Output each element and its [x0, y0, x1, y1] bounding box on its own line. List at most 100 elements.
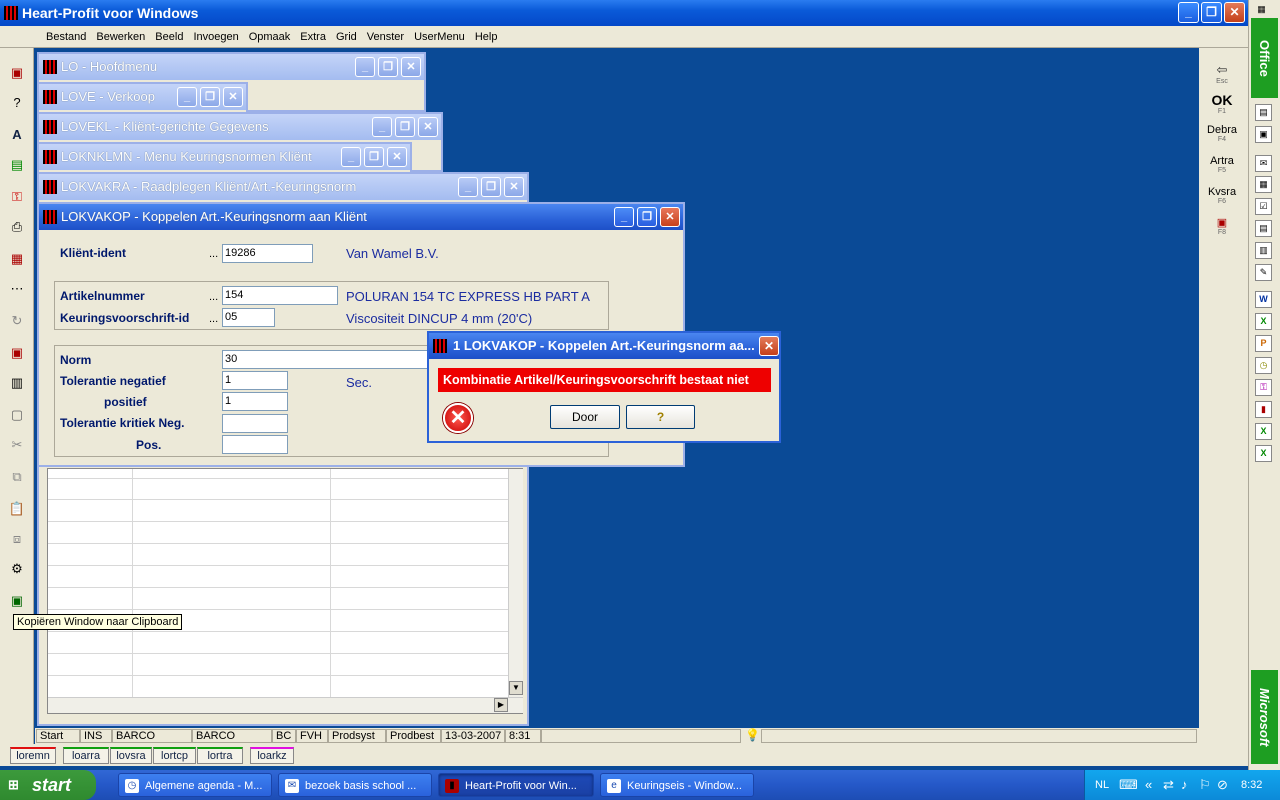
window-loknklmn-maximize-button[interactable]: ❐ [364, 147, 384, 167]
dialog-help-button[interactable]: ? [626, 405, 695, 429]
clock[interactable]: 8:32 [1241, 770, 1262, 800]
taskbar-item-agenda[interactable]: ◷ Algemene agenda - M... [118, 773, 272, 797]
window-lokvakra-minimize-button[interactable]: _ [458, 177, 478, 197]
klient-ident-lookup[interactable]: ... [209, 248, 218, 260]
escape-button[interactable]: ⇦ Esc [1203, 62, 1241, 92]
window-love-maximize-button[interactable]: ❐ [200, 87, 220, 107]
tab-loremn[interactable]: loremn [10, 747, 56, 764]
menu-venster[interactable]: Venster [362, 26, 409, 48]
paste-special-icon[interactable]: ⧈ [8, 530, 26, 548]
tolerantie-kritiek-pos-input[interactable] [222, 435, 288, 454]
window-lovekl-maximize-button[interactable]: ❐ [395, 117, 415, 137]
export-icon[interactable]: ▣ [8, 344, 26, 362]
ok-button[interactable]: OK F1 [1203, 92, 1241, 122]
office-calendar-icon[interactable]: ▦ [1255, 176, 1272, 193]
keuringsvoorschrift-input[interactable]: 05 [222, 308, 275, 327]
office-access-icon[interactable]: ⚿ [1255, 379, 1272, 396]
window-loknklmn-close-button[interactable]: ✕ [387, 147, 407, 167]
office-excel3-icon[interactable]: X [1255, 445, 1272, 462]
office-note-icon[interactable]: ✎ [1255, 264, 1272, 281]
app-restore-button[interactable]: ❐ [1201, 2, 1222, 23]
antivirus-icon[interactable]: ⊘ [1217, 770, 1228, 800]
debra-button[interactable]: Debra F4 [1203, 124, 1241, 154]
office-word-icon[interactable]: W [1255, 291, 1272, 308]
data-grid[interactable]: ▼ ▶ [47, 468, 523, 714]
taskbar-item-heart-profit[interactable]: ▮ Heart-Profit voor Win... [438, 773, 594, 797]
paste-icon[interactable]: 📋 [8, 500, 26, 518]
window-love-minimize-button[interactable]: _ [177, 87, 197, 107]
office-excel-icon[interactable]: X [1255, 313, 1272, 330]
window-lo-close-button[interactable]: ✕ [401, 57, 421, 77]
refresh-icon[interactable]: ↻ [8, 312, 26, 330]
chart-icon[interactable]: ▥ [8, 374, 26, 392]
speaker-icon[interactable]: ♪ [1181, 770, 1188, 800]
image-icon[interactable]: ▤ [8, 156, 26, 174]
office-clock-icon[interactable]: ◷ [1255, 357, 1272, 374]
artikelnummer-input[interactable]: 154 [222, 286, 338, 305]
app-close-button[interactable]: ✕ [1224, 2, 1245, 23]
window-lo-minimize-button[interactable]: _ [355, 57, 375, 77]
panel-icon[interactable]: ▢ [8, 406, 26, 424]
artikelnummer-lookup[interactable]: ... [209, 291, 218, 303]
window-love-close-button[interactable]: ✕ [223, 87, 243, 107]
menu-grid[interactable]: Grid [331, 26, 362, 48]
office-folder-icon[interactable]: ▣ [1255, 126, 1272, 143]
dots-icon[interactable]: ⋯ [8, 280, 26, 298]
app-minimize-button[interactable]: _ [1178, 2, 1199, 23]
door-button[interactable]: Door [550, 405, 620, 429]
tab-lortra[interactable]: lortra [197, 747, 243, 764]
tab-lortcp[interactable]: lortcp [153, 747, 196, 764]
menu-bewerken[interactable]: Bewerken [91, 26, 150, 48]
cut-icon[interactable]: ✂ [8, 436, 26, 454]
menu-beeld[interactable]: Beeld [150, 26, 188, 48]
tray-expand-icon[interactable]: « [1145, 770, 1152, 800]
print-icon[interactable]: ⎙ [8, 218, 26, 236]
window-lovekl-minimize-button[interactable]: _ [372, 117, 392, 137]
grid-horizontal-scrollbar[interactable]: ▶ [48, 697, 523, 713]
window-lokvakra-maximize-button[interactable]: ❐ [481, 177, 501, 197]
f8-button[interactable]: ▣ F8 [1203, 216, 1241, 246]
tab-loarkz[interactable]: loarkz [250, 747, 294, 764]
menu-extra[interactable]: Extra [295, 26, 331, 48]
window-lokvakra-close-button[interactable]: ✕ [504, 177, 524, 197]
kvsra-button[interactable]: Kvsra F6 [1203, 186, 1241, 216]
office-powerpoint-icon[interactable]: P [1255, 335, 1272, 352]
key-icon[interactable]: ⚿ [8, 188, 26, 206]
office-journal-icon[interactable]: ▥ [1255, 242, 1272, 259]
keuringsvoorschrift-lookup[interactable]: ... [209, 313, 218, 325]
form-icon[interactable]: ▦ [8, 250, 26, 268]
office-contact-icon[interactable]: ▤ [1255, 220, 1272, 237]
menu-opmaak[interactable]: Opmaak [244, 26, 296, 48]
office-task-icon[interactable]: ☑ [1255, 198, 1272, 215]
tolerantie-negatief-input[interactable]: 1 [222, 371, 288, 390]
window-lokvakop-minimize-button[interactable]: _ [614, 207, 634, 227]
office-doc-icon[interactable]: ▤ [1255, 104, 1272, 121]
grid-vertical-scrollbar[interactable]: ▼ [508, 469, 523, 697]
security-icon[interactable]: ⚐ [1199, 770, 1211, 800]
scroll-down-icon[interactable]: ▼ [509, 681, 523, 695]
menu-usermenu[interactable]: UserMenu [409, 26, 470, 48]
copy-window-icon[interactable]: ▣ [8, 592, 26, 610]
office-app-icon[interactable]: ▮ [1255, 401, 1272, 418]
menu-bestand[interactable]: Bestand [0, 26, 91, 48]
menu-invoegen[interactable]: Invoegen [188, 26, 243, 48]
keyboard-icon[interactable]: ⌨ [1119, 770, 1138, 800]
menu-help[interactable]: Help [470, 26, 503, 48]
office-menu-icon[interactable]: ▦ [1253, 2, 1270, 19]
klient-ident-input[interactable]: 19286 [222, 244, 313, 263]
window-lokvakop-close-button[interactable]: ✕ [660, 207, 680, 227]
window-icon[interactable]: ▣ [8, 64, 26, 82]
lightbulb-icon[interactable]: 💡 [745, 728, 760, 742]
taskbar-item-keuringseis[interactable]: e Keuringseis - Window... [600, 773, 754, 797]
network-icon[interactable]: ⇄ [1163, 770, 1174, 800]
dialog-close-button[interactable]: ✕ [759, 336, 779, 356]
copy-icon[interactable]: ⧉ [8, 468, 26, 486]
start-button[interactable]: ⊞ start [0, 770, 96, 800]
artra-button[interactable]: Artra F5 [1203, 155, 1241, 185]
tab-loarra[interactable]: loarra [63, 747, 109, 764]
tab-lovsra[interactable]: lovsra [110, 747, 152, 764]
tolerantie-positief-input[interactable]: 1 [222, 392, 288, 411]
help-icon[interactable]: ? [8, 94, 26, 112]
window-lokvakop-maximize-button[interactable]: ❐ [637, 207, 657, 227]
scroll-right-icon[interactable]: ▶ [494, 698, 508, 712]
